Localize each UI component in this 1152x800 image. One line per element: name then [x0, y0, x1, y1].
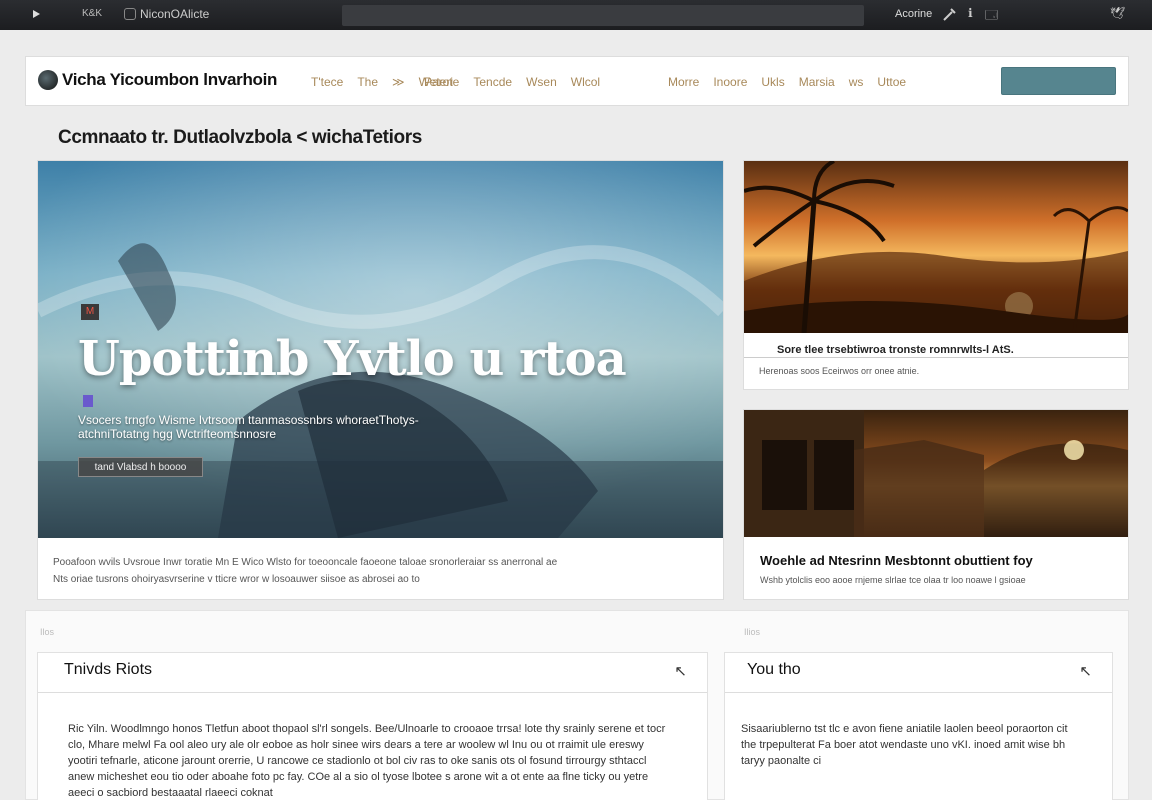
wrench-icon[interactable] — [942, 6, 958, 25]
caption-line: Nts oriae tusrons ohoiryasvrserine v tti… — [53, 574, 420, 585]
section-label: Ilios — [744, 627, 761, 637]
panel-body-text: Ric Yiln. Woodlmngo honos Tletfun aboot … — [68, 723, 666, 799]
bird-icon[interactable]: 🕊 — [1110, 6, 1125, 20]
arrow-up-left-icon[interactable]: ↖ — [1079, 662, 1092, 680]
tab-favicon-icon — [124, 8, 136, 20]
lower-section: Ilos Ilios Tnivds Riots ↖ Ric Yiln. Wood… — [25, 610, 1129, 800]
panel-title: Tnivds Riots — [64, 661, 153, 678]
info-icon[interactable]: ℹ — [968, 6, 973, 20]
site-header: Vicha Yicoumbon lnvarhoin T'tece The ≫ W… — [25, 56, 1129, 106]
nav-link[interactable]: Tencde — [473, 75, 512, 89]
hero-card[interactable]: M Upottinb Yvtlo u rtoa Vsocers trngfo W… — [37, 160, 724, 600]
page-title: Ccmnaato tr. Dutlaolvzbola < wichaTetior… — [58, 127, 422, 148]
window-icon[interactable]: 🗔 — [985, 6, 998, 27]
card-title: Sore tlee trsebtiwroa tronste romnrwlts-… — [777, 344, 1014, 356]
hero-image: M Upottinb Yvtlo u rtoa Vsocers trngfo W… — [38, 161, 723, 538]
nav-group-utility: Morre Inoore Ukls Marsia ws Uttoe — [668, 75, 906, 89]
side-card-sunset[interactable]: Sore tlee trsebtiwroa tronste romnrwlts-… — [743, 160, 1129, 390]
nav-link[interactable]: Morre — [668, 75, 699, 89]
nav-link[interactable]: ws — [849, 75, 864, 89]
panel-body-text: Sisaariublerno tst tlc e avon fiene ania… — [741, 723, 1068, 767]
hero-read-more-button[interactable]: tand Vlabsd h boooo — [78, 457, 203, 477]
news-panel: Tnivds Riots ↖ Ric Yiln. Woodlmngo honos… — [37, 652, 708, 800]
nav-link[interactable]: ≫ — [392, 75, 405, 89]
nav-group-secondary: Parote Tencde Wsen Wlcol — [424, 75, 600, 89]
panel-title: You tho — [747, 661, 801, 678]
header-cta-button[interactable] — [1001, 67, 1116, 95]
caption-line: Pooafoon wvils Uvsroue Inwr toratie Mn E… — [53, 557, 558, 568]
home-icon[interactable] — [30, 6, 46, 22]
browser-tab[interactable]: NiconOAlicte — [124, 4, 209, 24]
address-bar[interactable] — [342, 5, 864, 26]
nav-link[interactable]: Marsia — [799, 75, 835, 89]
sunset-palm-image — [744, 161, 1128, 333]
nav-link[interactable]: Parote — [424, 75, 459, 89]
gmail-icon: M — [81, 304, 99, 320]
brand-name: Vicha Yicoumbon lnvarhoin — [62, 70, 278, 89]
card-meta: Herenoas soos Eceirwos orr onee atnie. — [759, 366, 920, 376]
brand-logo-icon — [38, 70, 58, 90]
arrow-up-left-icon[interactable]: ↖ — [674, 662, 687, 680]
toolbar-label: Acorine — [895, 8, 933, 20]
nav-link[interactable]: Inoore — [713, 75, 747, 89]
tag-icon — [83, 395, 93, 407]
nav-link[interactable]: Ukls — [761, 75, 784, 89]
nav-link[interactable]: T'tece — [311, 75, 343, 89]
side-panel: You tho ↖ Sisaariublerno tst tlc e avon … — [724, 652, 1113, 800]
section-label: Ilos — [40, 627, 55, 637]
panel-header: Tnivds Riots ↖ — [38, 653, 707, 693]
side-card-house[interactable]: Woehle ad Ntesrinn Mesbtonnt obuttient f… — [743, 409, 1129, 600]
browser-toolbar: K&K NiconOAlicte Acorine ℹ 🗔 🕊 — [0, 0, 1152, 30]
tab-short-button[interactable]: K&K — [80, 5, 104, 23]
tab-title: NiconOAlicte — [140, 7, 210, 21]
nav-link[interactable]: Wlcol — [571, 75, 600, 89]
nav-link[interactable]: The — [357, 75, 378, 89]
brand[interactable]: Vicha Yicoumbon lnvarhoin — [38, 70, 277, 90]
panel-header: You tho ↖ — [725, 653, 1112, 693]
card-title: Woehle ad Ntesrinn Mesbtonnt obuttient f… — [760, 553, 1033, 568]
nav-link[interactable]: Wsen — [526, 75, 557, 89]
hero-caption: Pooafoon wvils Uvsroue Inwr toratie Mn E… — [53, 554, 703, 588]
house-sunset-image — [744, 410, 1128, 537]
hero-subtitle: Vsocers trngfo Wisme Ivtrsoom ttanmasoss… — [78, 413, 419, 441]
card-meta: Wshb ytolclis eoo aooe rnjeme slrlae tce… — [760, 575, 1026, 585]
hero-headline: Upottinb Yvtlo u rtoa — [78, 331, 627, 387]
divider — [744, 357, 1128, 358]
nav-link[interactable]: Uttoe — [877, 75, 906, 89]
